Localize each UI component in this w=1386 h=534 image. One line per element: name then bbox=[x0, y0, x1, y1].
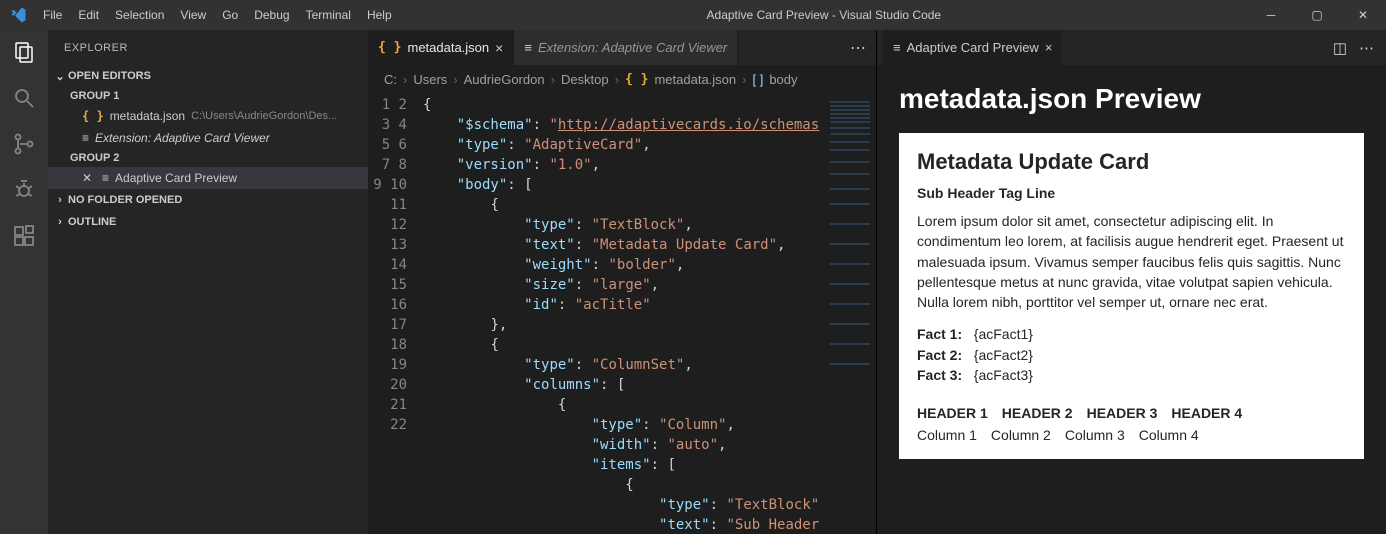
tab-overflow-icon[interactable]: ⋯ bbox=[840, 30, 876, 65]
minimap[interactable] bbox=[826, 93, 876, 534]
menu-terminal[interactable]: Terminal bbox=[298, 8, 359, 22]
preview-file-icon: ≡ bbox=[82, 131, 89, 145]
menu-bar: File Edit Selection View Go Debug Termin… bbox=[35, 8, 400, 22]
menu-edit[interactable]: Edit bbox=[70, 8, 107, 22]
preview-file-icon: ≡ bbox=[524, 40, 532, 55]
close-window-button[interactable]: ✕ bbox=[1340, 0, 1386, 30]
open-editor-extension[interactable]: ≡ Extension: Adaptive Card Viewer bbox=[48, 127, 368, 149]
menu-file[interactable]: File bbox=[35, 8, 70, 22]
editor-tabs: { } metadata.json × ≡ Extension: Adaptiv… bbox=[368, 30, 876, 65]
editor-group: { } metadata.json × ≡ Extension: Adaptiv… bbox=[368, 30, 876, 534]
close-icon[interactable]: ✕ bbox=[82, 171, 96, 185]
json-file-icon: { } bbox=[82, 109, 104, 123]
window-title: Adaptive Card Preview - Visual Studio Co… bbox=[400, 8, 1248, 22]
card-subheader: Sub Header Tag Line bbox=[917, 185, 1346, 201]
preview-tabs: ≡ Adaptive Card Preview × ◫ ⋯ bbox=[877, 30, 1386, 65]
tab-preview[interactable]: ≡ Adaptive Card Preview × bbox=[883, 30, 1062, 65]
card-facts: Fact 1: {acFact1} Fact 2: {acFact2} Fact… bbox=[917, 324, 1346, 385]
title-bar: File Edit Selection View Go Debug Termin… bbox=[0, 0, 1386, 30]
outline-section[interactable]: ›OUTLINE bbox=[48, 211, 368, 233]
extensions-icon[interactable] bbox=[10, 222, 38, 250]
split-editor-icon[interactable]: ◫ bbox=[1327, 39, 1353, 57]
adaptive-card: Metadata Update Card Sub Header Tag Line… bbox=[899, 133, 1364, 459]
card-column-values: Column 1Column 2Column 3Column 4 bbox=[917, 427, 1346, 443]
vscode-logo-icon bbox=[0, 6, 35, 24]
menu-go[interactable]: Go bbox=[214, 8, 246, 22]
source-control-icon[interactable] bbox=[10, 130, 38, 158]
debug-icon[interactable] bbox=[10, 176, 38, 204]
sidebar-title: EXPLORER bbox=[48, 30, 368, 65]
card-title: Metadata Update Card bbox=[917, 149, 1346, 175]
tab-extension[interactable]: ≡ Extension: Adaptive Card Viewer bbox=[514, 30, 738, 65]
editor-group-2: GROUP 2 bbox=[48, 149, 368, 167]
code-editor[interactable]: 1 2 3 4 5 6 7 8 9 10 11 12 13 14 15 16 1… bbox=[368, 93, 876, 534]
tab-overflow-icon[interactable]: ⋯ bbox=[1353, 39, 1380, 57]
breadcrumb[interactable]: C:› Users› AudrieGordon› Desktop› { } me… bbox=[368, 65, 876, 93]
explorer-icon[interactable] bbox=[10, 38, 38, 66]
sidebar-explorer: EXPLORER ⌄OPEN EDITORS GROUP 1 { } metad… bbox=[48, 30, 368, 534]
preview-content: metadata.json Preview Metadata Update Ca… bbox=[877, 65, 1386, 534]
open-editors-section[interactable]: ⌄OPEN EDITORS bbox=[48, 65, 368, 87]
line-numbers: 1 2 3 4 5 6 7 8 9 10 11 12 13 14 15 16 1… bbox=[368, 93, 423, 534]
close-icon[interactable]: × bbox=[1045, 40, 1053, 55]
close-icon[interactable]: × bbox=[495, 40, 503, 56]
open-editor-preview[interactable]: ✕ ≡ Adaptive Card Preview bbox=[48, 167, 368, 189]
menu-selection[interactable]: Selection bbox=[107, 8, 172, 22]
preview-title: metadata.json Preview bbox=[899, 83, 1364, 115]
menu-debug[interactable]: Debug bbox=[246, 8, 297, 22]
menu-view[interactable]: View bbox=[172, 8, 214, 22]
tab-metadata[interactable]: { } metadata.json × bbox=[368, 30, 514, 65]
maximize-button[interactable]: ▢ bbox=[1294, 0, 1340, 30]
card-column-headers: HEADER 1HEADER 2HEADER 3HEADER 4 bbox=[917, 405, 1346, 421]
card-body-text: Lorem ipsum dolor sit amet, consectetur … bbox=[917, 211, 1346, 312]
json-file-icon: { } bbox=[625, 72, 648, 87]
preview-pane: ≡ Adaptive Card Preview × ◫ ⋯ metadata.j… bbox=[876, 30, 1386, 534]
preview-file-icon: ≡ bbox=[893, 40, 901, 55]
open-editor-metadata[interactable]: { } metadata.json C:\Users\AudrieGordon\… bbox=[48, 105, 368, 127]
editor-group-1: GROUP 1 bbox=[48, 87, 368, 105]
menu-help[interactable]: Help bbox=[359, 8, 400, 22]
minimize-button[interactable]: ─ bbox=[1248, 0, 1294, 30]
activity-bar bbox=[0, 30, 48, 534]
preview-file-icon: ≡ bbox=[102, 171, 109, 185]
search-icon[interactable] bbox=[10, 84, 38, 112]
code-content[interactable]: { "$schema": "http://adaptivecards.io/sc… bbox=[423, 93, 826, 534]
json-file-icon: { } bbox=[378, 40, 401, 55]
no-folder-section[interactable]: ›NO FOLDER OPENED bbox=[48, 189, 368, 211]
